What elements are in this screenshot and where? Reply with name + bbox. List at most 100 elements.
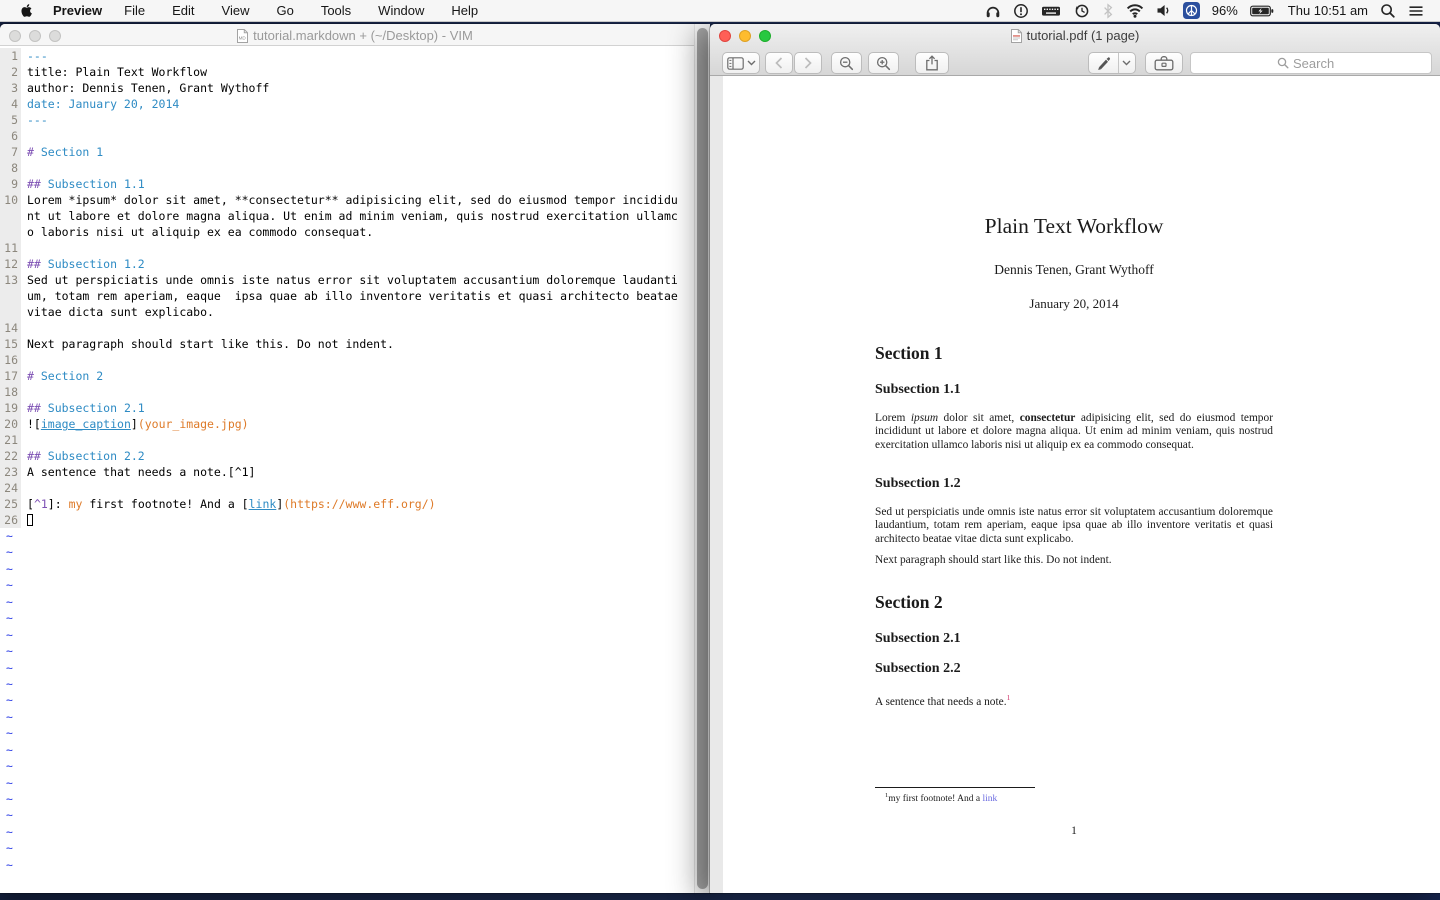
bluetooth-icon[interactable] [1102, 3, 1114, 19]
pdf-page: Plain Text Workflow Dennis Tenen, Grant … [723, 76, 1440, 893]
active-app-name[interactable]: Preview [53, 3, 102, 18]
vim-title-bar[interactable]: MD tutorial.markdown + (~/Desktop) - VIM [0, 24, 710, 46]
vim-scrollbar-track[interactable] [694, 24, 710, 893]
preview-window: tutorial.pdf (1 page) [710, 24, 1440, 893]
vim-line-3: 3author: Dennis Tenen, Grant Wythoff [0, 80, 710, 96]
pdf-heading-subsection-1-1: Subsection 1.1 [875, 382, 1273, 398]
vim-tilde: ~ [0, 610, 710, 626]
vim-line-20: 20![image_caption](your_image.jpg) [0, 416, 710, 432]
time-machine-icon[interactable] [1073, 2, 1090, 19]
headphones-icon[interactable] [985, 3, 1001, 19]
menu-items: File Edit View Go Tools Window Help [124, 3, 505, 18]
sidebar-view-button[interactable] [722, 52, 760, 74]
pdf-paragraph-lorem: Lorem ipsum dolor sit amet, consectetur … [875, 412, 1273, 452]
pdf-footnote-rule [875, 787, 1035, 788]
pdf-footnote-link[interactable]: link [982, 794, 997, 804]
zoom-in-button[interactable] [868, 52, 899, 74]
search-icon [1277, 57, 1289, 69]
search-field[interactable] [1190, 52, 1432, 74]
pdf-page-number: 1 [875, 825, 1273, 837]
vim-tilde: ~ [0, 561, 710, 577]
pdf-note-text: A sentence that needs a note. [875, 696, 1007, 708]
menu-item-tools[interactable]: Tools [321, 3, 351, 18]
info-icon[interactable] [1013, 3, 1029, 19]
vim-line-19: 19## Subsection 2.1 [0, 400, 710, 416]
vim-cursor [27, 514, 33, 526]
pdf-scroll-area[interactable]: Plain Text Workflow Dennis Tenen, Grant … [710, 76, 1440, 893]
vim-line-21: 21 [0, 432, 710, 448]
vim-scrollbar-thumb[interactable] [697, 28, 708, 889]
menu-item-help[interactable]: Help [451, 3, 478, 18]
vim-line-11: 11 [0, 240, 710, 256]
pdf-heading-section-1: Section 1 [875, 343, 1273, 364]
vim-tilde: ~ [0, 840, 710, 856]
menu-status-area: 96% Thu 10:51 am [985, 2, 1440, 19]
markup-toolbar-button[interactable] [1145, 52, 1183, 74]
sidebar-view-icon [727, 57, 744, 70]
svg-text:MD: MD [239, 35, 247, 40]
volume-icon[interactable] [1156, 3, 1171, 18]
peace-app-icon[interactable] [1183, 2, 1200, 19]
battery-icon[interactable] [1250, 3, 1274, 19]
menu-item-file[interactable]: File [124, 3, 145, 18]
preview-title-bar[interactable]: tutorial.pdf (1 page) [710, 24, 1440, 76]
vim-tilde: ~ [0, 807, 710, 823]
vim-line-1: 1--- [0, 48, 710, 64]
vim-line-13: 13Sed ut perspiciatis unde omnis iste na… [0, 272, 710, 320]
vim-tilde: ~ [0, 824, 710, 840]
vim-tilde: ~ [0, 791, 710, 807]
pdf-title: Plain Text Workflow [723, 214, 1425, 239]
toolbox-icon [1154, 55, 1174, 71]
pdf-heading-section-2: Section 2 [875, 592, 1273, 613]
menu-item-edit[interactable]: Edit [172, 3, 194, 18]
vim-tilde: ~ [0, 594, 710, 610]
page-back-button[interactable] [765, 52, 793, 74]
markup-pen-icon [1095, 55, 1111, 71]
menu-item-view[interactable]: View [222, 3, 250, 18]
vim-line-23: 23A sentence that needs a note.[^1] [0, 464, 710, 480]
vim-tilde: ~ [0, 709, 710, 725]
markdown-doc-icon: MD [237, 29, 248, 43]
vim-editor-area[interactable]: 1---2title: Plain Text Workflow3author: … [0, 46, 710, 893]
vim-line-26: 26 [0, 512, 710, 528]
pdf-note-sentence: A sentence that needs a note.1 [875, 691, 1273, 709]
vim-tilde: ~ [0, 544, 710, 560]
vim-tilde: ~ [0, 528, 710, 544]
vim-line-25: 25[^1]: my first footnote! And a [link](… [0, 496, 710, 512]
zoom-out-icon [839, 56, 854, 71]
markup-pen-button[interactable] [1088, 52, 1136, 74]
vim-line-22: 22## Subsection 2.2 [0, 448, 710, 464]
vim-tilde: ~ [0, 676, 710, 692]
vim-line-2: 2title: Plain Text Workflow [0, 64, 710, 80]
page-forward-button[interactable] [794, 52, 822, 74]
share-icon [925, 55, 939, 71]
pdf-heading-subsection-2-1: Subsection 2.1 [875, 631, 1273, 647]
menu-item-go[interactable]: Go [276, 3, 293, 18]
vim-tilde: ~ [0, 758, 710, 774]
zoom-out-button[interactable] [831, 52, 862, 74]
vim-line-4: 4date: January 20, 2014 [0, 96, 710, 112]
vim-window: MD tutorial.markdown + (~/Desktop) - VIM… [0, 24, 710, 893]
vim-line-14: 14 [0, 320, 710, 336]
keyboard-icon[interactable] [1041, 3, 1061, 19]
spotlight-icon[interactable] [1380, 3, 1396, 19]
vim-buffer: 1---2title: Plain Text Workflow3author: … [0, 48, 710, 528]
pdf-doc-icon [1011, 29, 1022, 43]
search-input[interactable] [1293, 56, 1345, 71]
pdf-heading-subsection-2-2: Subsection 2.2 [875, 661, 1273, 677]
menu-item-window[interactable]: Window [378, 3, 424, 18]
vim-line-12: 12## Subsection 1.2 [0, 256, 710, 272]
vim-line-15: 15Next paragraph should start like this.… [0, 336, 710, 352]
apple-menu[interactable] [18, 2, 33, 19]
vim-tilde: ~ [0, 577, 710, 593]
vim-tilde: ~ [0, 775, 710, 791]
notification-center-icon[interactable] [1408, 4, 1424, 18]
chevron-right-icon [804, 57, 812, 69]
vim-tilde: ~ [0, 742, 710, 758]
wifi-icon[interactable] [1126, 3, 1144, 18]
vim-line-7: 7# Section 1 [0, 144, 710, 160]
share-button[interactable] [915, 52, 949, 74]
vim-tilde: ~ [0, 627, 710, 643]
vim-line-5: 5--- [0, 112, 710, 128]
menu-clock[interactable]: Thu 10:51 am [1288, 3, 1368, 18]
